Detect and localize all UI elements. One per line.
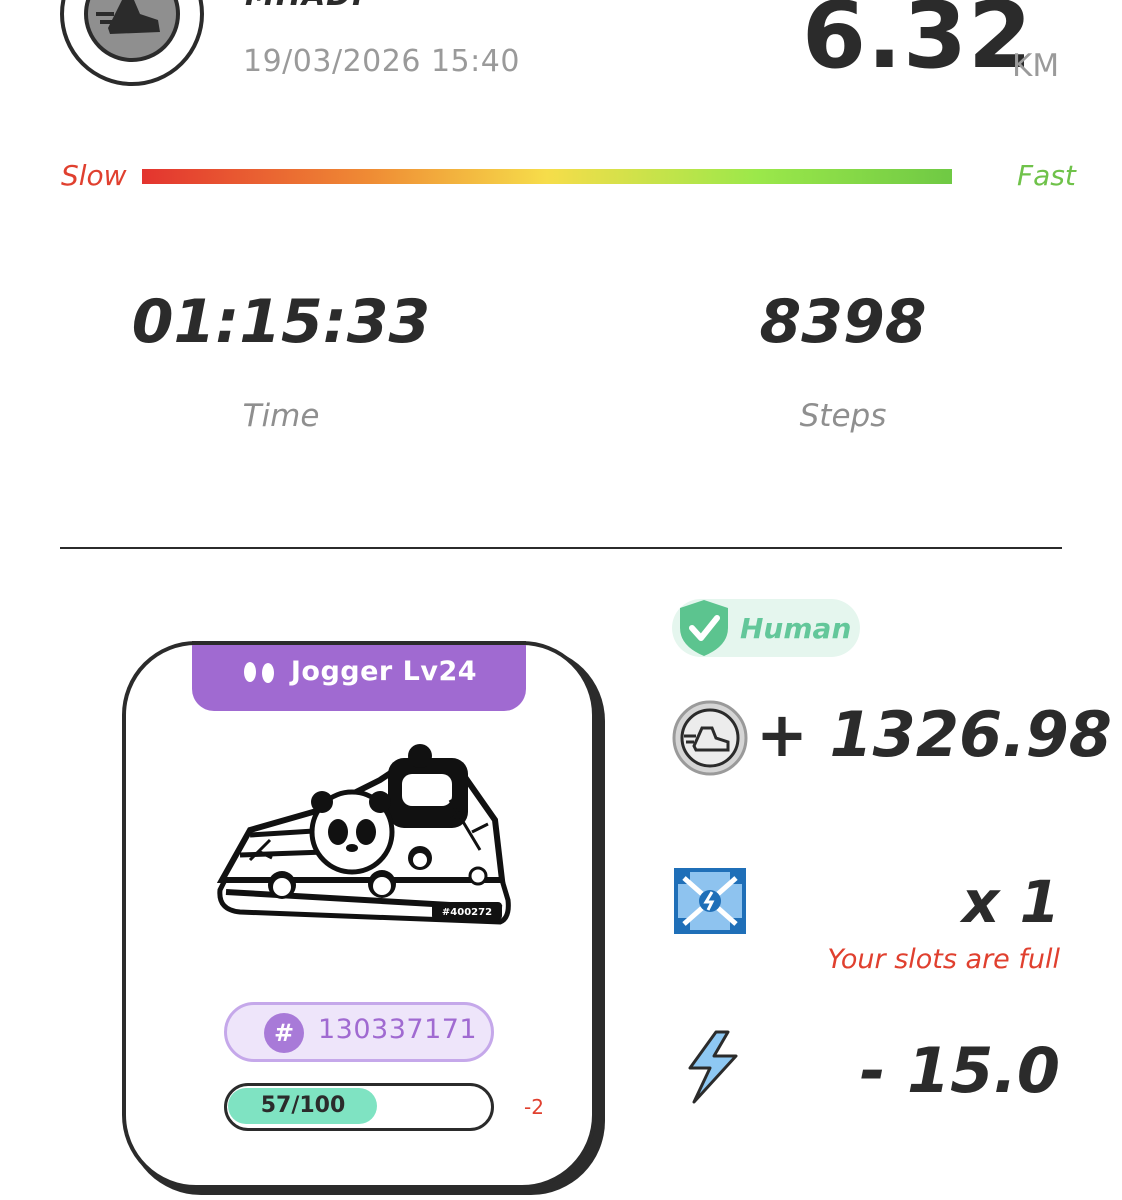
user-name: MHADI <box>245 0 364 13</box>
lightning-icon <box>680 1030 744 1104</box>
hash-icon: # <box>264 1013 304 1053</box>
shield-check-icon <box>676 598 732 658</box>
distance-value: 6.32 <box>802 0 1033 89</box>
slots-full-notice: Your slots are full <box>827 944 1060 975</box>
distance-unit: KM <box>1012 48 1060 84</box>
sneaker-image: #400272 <box>210 740 520 930</box>
earned-amount: + 1326.98 <box>756 698 1112 771</box>
avatar <box>60 0 204 86</box>
slow-label: Slow <box>61 159 127 192</box>
running-shoe-coin-icon <box>672 700 748 776</box>
speed-gradient-bar <box>142 169 952 184</box>
time-value: 01:15:33 <box>131 287 431 357</box>
box-count: x 1 <box>962 868 1060 936</box>
divider <box>60 547 1062 549</box>
steps-label: Steps <box>799 398 887 434</box>
sneaker-level-label: Jogger Lv24 <box>290 656 478 687</box>
time-label: Time <box>242 398 320 434</box>
mystery-box-icon <box>672 866 748 936</box>
sneaker-level: Jogger Lv24 <box>192 656 526 687</box>
human-label: Human <box>740 612 852 645</box>
energy-cost: - 15.0 <box>859 1034 1060 1107</box>
sneaker-serial: #400272 <box>442 907 492 918</box>
running-shoe-icon <box>84 0 180 62</box>
steps-value: 8398 <box>759 287 927 357</box>
durability-text: 57/100 <box>260 1093 346 1118</box>
activity-date: 19/03/2026 15:40 <box>243 44 520 79</box>
footprints-icon <box>241 656 291 687</box>
sneaker-id: 130337171 <box>318 1014 478 1045</box>
durability-change: -2 <box>524 1095 544 1119</box>
fast-label: Fast <box>1017 159 1076 192</box>
